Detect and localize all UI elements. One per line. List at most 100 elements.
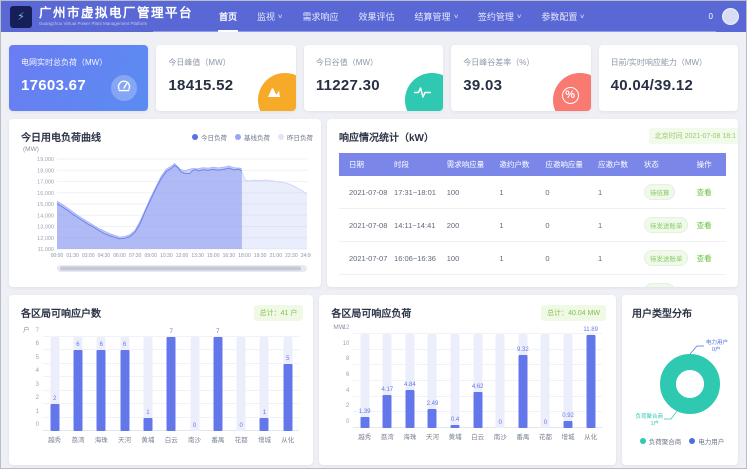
table-cell: 0 xyxy=(542,176,595,209)
table-cell: 2021-07-08 xyxy=(339,209,391,242)
legend-item[interactable]: 基线负荷 xyxy=(235,132,270,142)
x-axis-label: 黄埔 xyxy=(136,434,159,444)
bar-value: 5 xyxy=(286,356,289,362)
menu-item[interactable]: 需求响应 xyxy=(292,1,348,32)
table-row: 2021-07-0817:31~18:01100101待结算查看 xyxy=(339,176,726,209)
user-type-legend: 负荷聚合商电力用户 xyxy=(632,436,732,446)
legend-item[interactable]: 昨日负荷 xyxy=(278,132,313,142)
svg-text:09:00: 09:00 xyxy=(144,253,157,259)
svg-text:19:30: 19:30 xyxy=(254,253,267,259)
menu-item-label: 签约管理 xyxy=(478,10,514,23)
view-link[interactable]: 查看 xyxy=(697,221,712,230)
bar xyxy=(213,337,222,431)
bar-column: 9.32 xyxy=(512,334,535,428)
table-cell: 1 xyxy=(496,275,542,288)
bar xyxy=(473,392,482,428)
bar-column: 7 xyxy=(160,337,183,431)
bar xyxy=(73,350,82,431)
x-axis-label: 白云 xyxy=(466,431,489,441)
legend-label: 昨日负荷 xyxy=(287,132,313,142)
kpi-row: 电网实时总负荷（MW）17603.67今日峰值（MW）18415.52今日谷值（… xyxy=(9,45,738,111)
table-cell: 200 xyxy=(444,275,497,288)
table-row: 2021-07-0814:11~14:41200101待发送账单查看 xyxy=(339,209,726,242)
user-type-card: 用户类型分布 电力用户0户负荷聚合商1户 负荷聚合商电力用户 xyxy=(622,295,738,465)
menu-item[interactable]: 签约管理∨ xyxy=(468,1,531,32)
bar-value: 2 xyxy=(53,396,56,402)
y-tick-label: 5 xyxy=(21,355,39,361)
kpi-value: 40.04/39.12 xyxy=(599,68,738,94)
bar-column: 0 xyxy=(489,334,512,428)
legend-item[interactable]: 电力用户 xyxy=(689,436,724,446)
x-axis-label: 番禺 xyxy=(512,431,535,441)
series-area-今日负荷 xyxy=(57,166,242,250)
view-link[interactable]: 查看 xyxy=(697,188,712,197)
menu-item[interactable]: 首页 xyxy=(209,1,247,32)
x-axis-label: 荔湾 xyxy=(376,431,399,441)
bar-column: 6 xyxy=(66,337,89,431)
avatar[interactable] xyxy=(722,8,739,25)
households-y-unit: 户 xyxy=(23,324,303,334)
bar-value: 1.39 xyxy=(359,409,371,415)
notification-count[interactable]: 0 xyxy=(709,12,713,21)
y-tick-label: 2 xyxy=(21,395,39,401)
status-badge: 待结算 xyxy=(644,184,676,200)
menu-item-label: 效果评估 xyxy=(358,10,394,23)
table-cell: 100 xyxy=(444,242,497,275)
svg-text:04:30: 04:30 xyxy=(98,253,111,259)
callout-line xyxy=(690,346,704,354)
svg-text:12,000: 12,000 xyxy=(37,236,54,242)
chart-zoom-slider[interactable] xyxy=(60,267,301,271)
app-title: 广州市虚拟电厂管理平台 xyxy=(39,7,193,20)
view-link[interactable]: 查看 xyxy=(697,254,712,263)
load-curve-card: 今日用电负荷曲线 今日负荷基线负荷昨日负荷 (MW) 19,00018,0001… xyxy=(9,119,321,287)
svg-text:16,000: 16,000 xyxy=(37,191,54,197)
legend-dot xyxy=(640,438,646,444)
y-tick-label: 2 xyxy=(331,403,349,409)
kpi-label: 今日峰值（MW） xyxy=(156,45,295,68)
legend-item[interactable]: 今日负荷 xyxy=(192,132,227,142)
district-load-card: 各区局可响应负荷 总计：40.04 MW MW 0246810121.394.1… xyxy=(319,295,616,465)
menu-item[interactable]: 参数配置∨ xyxy=(531,1,594,32)
bar-column: 0.4 xyxy=(444,334,467,428)
bar-column: 1 xyxy=(136,337,159,431)
menu-item-label: 监视 xyxy=(257,10,275,23)
load-curve-title: 今日用电负荷曲线 xyxy=(21,129,101,144)
table-cell: 1 xyxy=(595,275,641,288)
menu-item[interactable]: 结算管理∨ xyxy=(404,1,467,32)
svg-text:16:30: 16:30 xyxy=(223,253,236,259)
donut-ring xyxy=(668,362,712,406)
menu-item[interactable]: 效果评估 xyxy=(348,1,404,32)
bar-column: 4.84 xyxy=(399,334,422,428)
topbar-right: 0 xyxy=(709,8,739,25)
bar-value: 1 xyxy=(146,410,149,416)
response-stats-card: 响应情况统计（kW） 北京时间 2021-07-08 18:1 日期时段需求响应… xyxy=(327,119,738,287)
x-axis-label: 越秀 xyxy=(353,431,376,441)
legend-item[interactable]: 负荷聚合商 xyxy=(640,436,682,446)
x-axis-label: 天河 xyxy=(421,431,444,441)
bar-value: 6 xyxy=(100,342,103,348)
table-cell: 1 xyxy=(595,242,641,275)
callout-line xyxy=(664,411,677,419)
y-tick-label: 12 xyxy=(331,325,349,331)
x-axis-label: 从化 xyxy=(579,431,602,441)
chevron-down-icon: ∨ xyxy=(453,13,459,20)
kpi-card: 今日峰谷差率（%）39.03% xyxy=(451,45,590,111)
bottom-row: 各区局可响应户数 总计：41 户 户 0123456726661707015 越… xyxy=(9,295,738,465)
bar-column: 2 xyxy=(43,337,66,431)
svg-text:21:00: 21:00 xyxy=(269,253,282,259)
svg-text:07:30: 07:30 xyxy=(129,253,142,259)
kpi-card: 今日谷值（MW）11227.30 xyxy=(304,45,443,111)
load-y-unit: MW xyxy=(333,324,606,331)
power-bolt-icon: ⚡ xyxy=(17,10,25,23)
x-axis-label: 花都 xyxy=(230,434,253,444)
top-bar: ⚡ 广州市虚拟电厂管理平台 Guangzhou Virtual Power Pl… xyxy=(1,1,746,32)
view-link[interactable]: 查看 xyxy=(697,287,712,288)
page-body: 电网实时总负荷（MW）17603.67今日峰值（MW）18415.52今日谷值（… xyxy=(1,32,746,465)
bar xyxy=(143,418,152,431)
table-cell: 1 xyxy=(595,176,641,209)
table-cell: 查看 xyxy=(694,242,726,275)
legend-label: 负荷聚合商 xyxy=(649,436,682,446)
kpi-card: 电网实时总负荷（MW）17603.67 xyxy=(9,45,148,111)
svg-text:14,000: 14,000 xyxy=(37,213,54,219)
menu-item[interactable]: 监视∨ xyxy=(247,1,292,32)
